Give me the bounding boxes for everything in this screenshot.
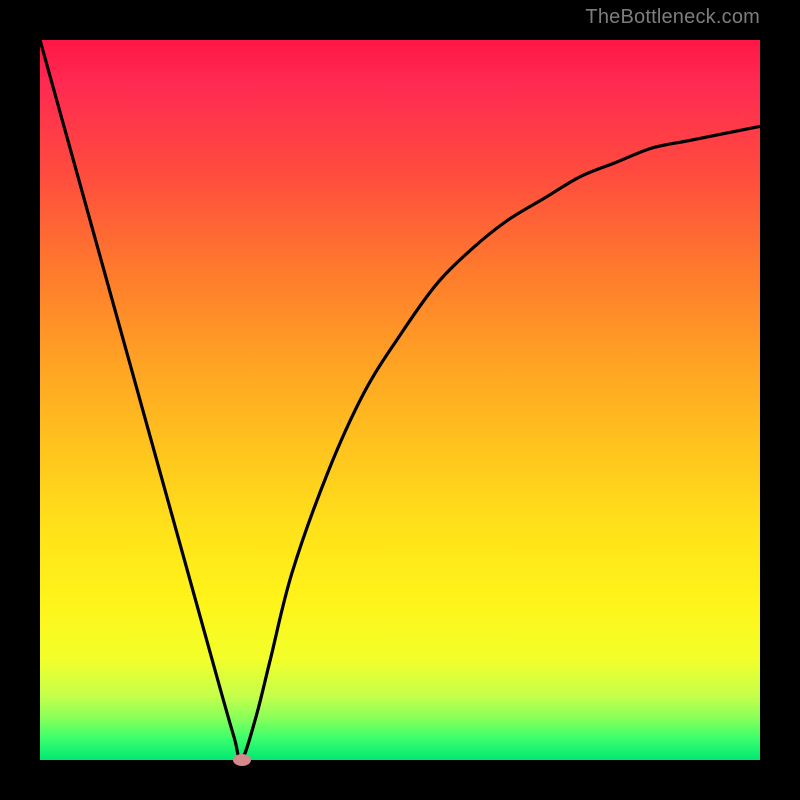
watermark-text: TheBottleneck.com [585, 6, 760, 29]
optimal-point-marker [233, 754, 251, 766]
curve-svg [40, 40, 760, 760]
chart-frame: TheBottleneck.com [0, 0, 800, 800]
bottleneck-curve [40, 40, 760, 760]
plot-area [40, 40, 760, 760]
